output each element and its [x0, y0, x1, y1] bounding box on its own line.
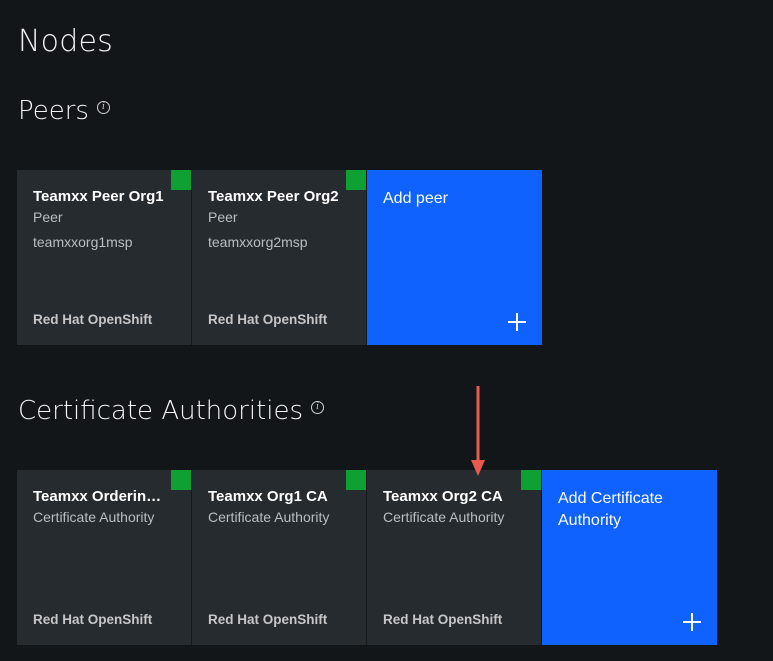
ca-platform: Red Hat OpenShift — [383, 612, 503, 627]
info-icon[interactable]: i — [311, 400, 325, 414]
add-certificate-authority-button[interactable]: Add Certificate Authority — [542, 470, 717, 645]
add-ca-label: Add Certificate Authority — [558, 490, 663, 529]
peer-platform: Red Hat OpenShift — [208, 312, 328, 327]
ca-name: Teamxx Org2 CA — [383, 488, 503, 505]
cas-heading: Certificate Authorities — [18, 396, 304, 426]
status-indicator — [521, 470, 541, 490]
peers-section-title: Peers i — [18, 96, 110, 126]
cas-section-title: Certificate Authorities i — [18, 396, 325, 426]
peers-heading: Peers — [18, 96, 89, 126]
ca-platform: Red Hat OpenShift — [33, 612, 153, 627]
status-indicator — [346, 470, 366, 490]
peer-name: Teamxx Peer Org2 — [208, 188, 339, 205]
ca-tile[interactable]: Teamxx Org1 CA Certificate Authority Red… — [192, 470, 367, 645]
peer-tile[interactable]: Teamxx Peer Org2 Peer teamxxorg2msp Red … — [192, 170, 367, 345]
peer-msp: teamxxorg2msp — [208, 234, 308, 250]
peers-tile-row: Teamxx Peer Org1 Peer teamxxorg1msp Red … — [17, 170, 542, 345]
cas-tile-row: Teamxx Ordering Service CA Certificate A… — [17, 470, 717, 645]
ca-tile[interactable]: Teamxx Ordering Service CA Certificate A… — [17, 470, 192, 645]
ca-type: Certificate Authority — [383, 509, 505, 525]
red-arrow — [471, 386, 485, 476]
peer-tile[interactable]: Teamxx Peer Org1 Peer teamxxorg1msp Red … — [17, 170, 192, 345]
ca-type: Certificate Authority — [33, 509, 155, 525]
info-icon[interactable]: i — [96, 100, 110, 114]
status-indicator — [171, 170, 191, 190]
peer-msp: teamxxorg1msp — [33, 234, 133, 250]
nodes-page: Nodes Peers i Teamxx Peer Org1 Peer team… — [0, 0, 773, 661]
ca-name: Teamxx Ordering Service CA — [33, 488, 175, 505]
peer-type: Peer — [208, 209, 238, 225]
peer-name: Teamxx Peer Org1 — [33, 188, 164, 205]
ca-platform: Red Hat OpenShift — [208, 612, 328, 627]
peer-platform: Red Hat OpenShift — [33, 312, 153, 327]
status-indicator — [346, 170, 366, 190]
plus-icon — [683, 613, 701, 631]
page-title: Nodes — [18, 24, 113, 59]
ca-tile[interactable]: Teamxx Org2 CA Certificate Authority Red… — [367, 470, 542, 645]
ca-name: Teamxx Org1 CA — [208, 488, 328, 505]
add-peer-button[interactable]: Add peer — [367, 170, 542, 345]
ca-type: Certificate Authority — [208, 509, 330, 525]
plus-icon — [508, 313, 526, 331]
peer-type: Peer — [33, 209, 63, 225]
status-indicator — [171, 470, 191, 490]
add-peer-label: Add peer — [383, 190, 448, 207]
